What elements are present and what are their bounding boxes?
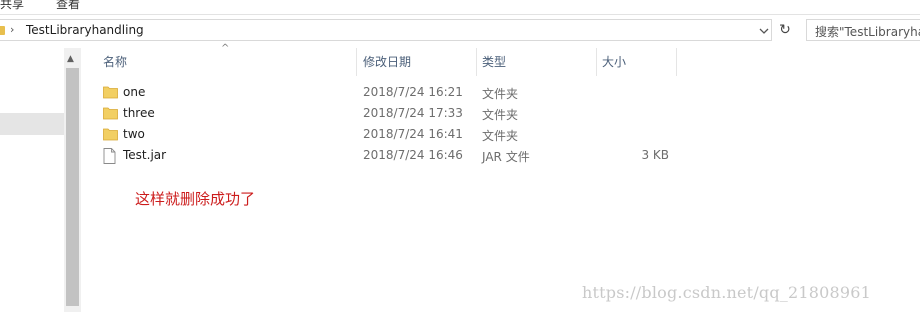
file-type: 文件夹 [482,87,519,101]
file-name: Test.jar [123,148,167,162]
file-type: 文件夹 [482,108,519,122]
column-header-size[interactable]: 大小 [602,48,626,76]
scroll-up-icon[interactable]: ▲ [67,54,74,64]
breadcrumb-current[interactable]: TestLibraryhandling [26,23,144,37]
column-header-type[interactable]: 类型 [482,48,506,76]
file-row[interactable]: three 2018/7/24 17:33 文件夹 [81,103,681,124]
scrollbar-thumb[interactable] [66,68,79,306]
file-date: 2018/7/24 16:21 [363,85,463,99]
search-placeholder: 搜索"TestLibraryha [815,25,920,39]
file-type: JAR 文件 [482,150,530,164]
column-divider[interactable] [676,48,677,76]
column-divider[interactable] [596,48,597,76]
file-name: one [123,85,146,99]
watermark: https://blog.csdn.net/qq_21808961 [582,283,872,302]
file-row[interactable]: Test.jar 2018/7/24 16:46 JAR 文件 3 KB [81,145,681,166]
column-header-name[interactable]: 名称 [103,48,127,76]
tab-view[interactable]: 查看 [56,0,80,12]
file-icon [103,148,116,167]
column-header: ^ 名称 修改日期 类型 大小 [81,43,920,76]
ribbon-bar: 共享 查看 [0,0,920,15]
annotation-text: 这样就删除成功了 [135,190,256,208]
folder-icon [103,85,118,102]
file-type: 文件夹 [482,129,519,143]
file-row[interactable]: two 2018/7/24 16:41 文件夹 [81,124,681,145]
sort-ascending-icon: ^ [221,43,230,54]
navigation-pane[interactable] [0,48,64,312]
file-row[interactable]: one 2018/7/24 16:21 文件夹 [81,82,681,103]
tab-share[interactable]: 共享 [0,0,24,12]
file-date: 2018/7/24 16:46 [363,148,463,162]
file-date: 2018/7/24 17:33 [363,106,463,120]
folder-icon [103,127,118,144]
nav-scrollbar[interactable]: ▲ [64,48,81,312]
chevron-right-icon[interactable]: › [10,23,14,36]
folder-icon [0,26,5,35]
file-name: two [123,127,145,141]
address-dropdown-chevron-icon[interactable] [757,23,771,39]
file-name: three [123,106,155,120]
column-divider[interactable] [476,48,477,76]
column-divider[interactable] [356,48,357,76]
search-input[interactable]: 搜索"TestLibraryha [806,19,920,41]
file-date: 2018/7/24 16:41 [363,127,463,141]
refresh-icon[interactable]: ↻ [775,20,795,40]
file-size: 3 KB [641,148,669,162]
column-header-date[interactable]: 修改日期 [363,48,411,76]
address-row: › TestLibraryhandling ↻ 搜索"TestLibraryha [0,15,920,47]
folder-icon [103,106,118,123]
nav-selected-item[interactable] [0,113,64,135]
address-bar[interactable]: › TestLibraryhandling [0,19,772,41]
